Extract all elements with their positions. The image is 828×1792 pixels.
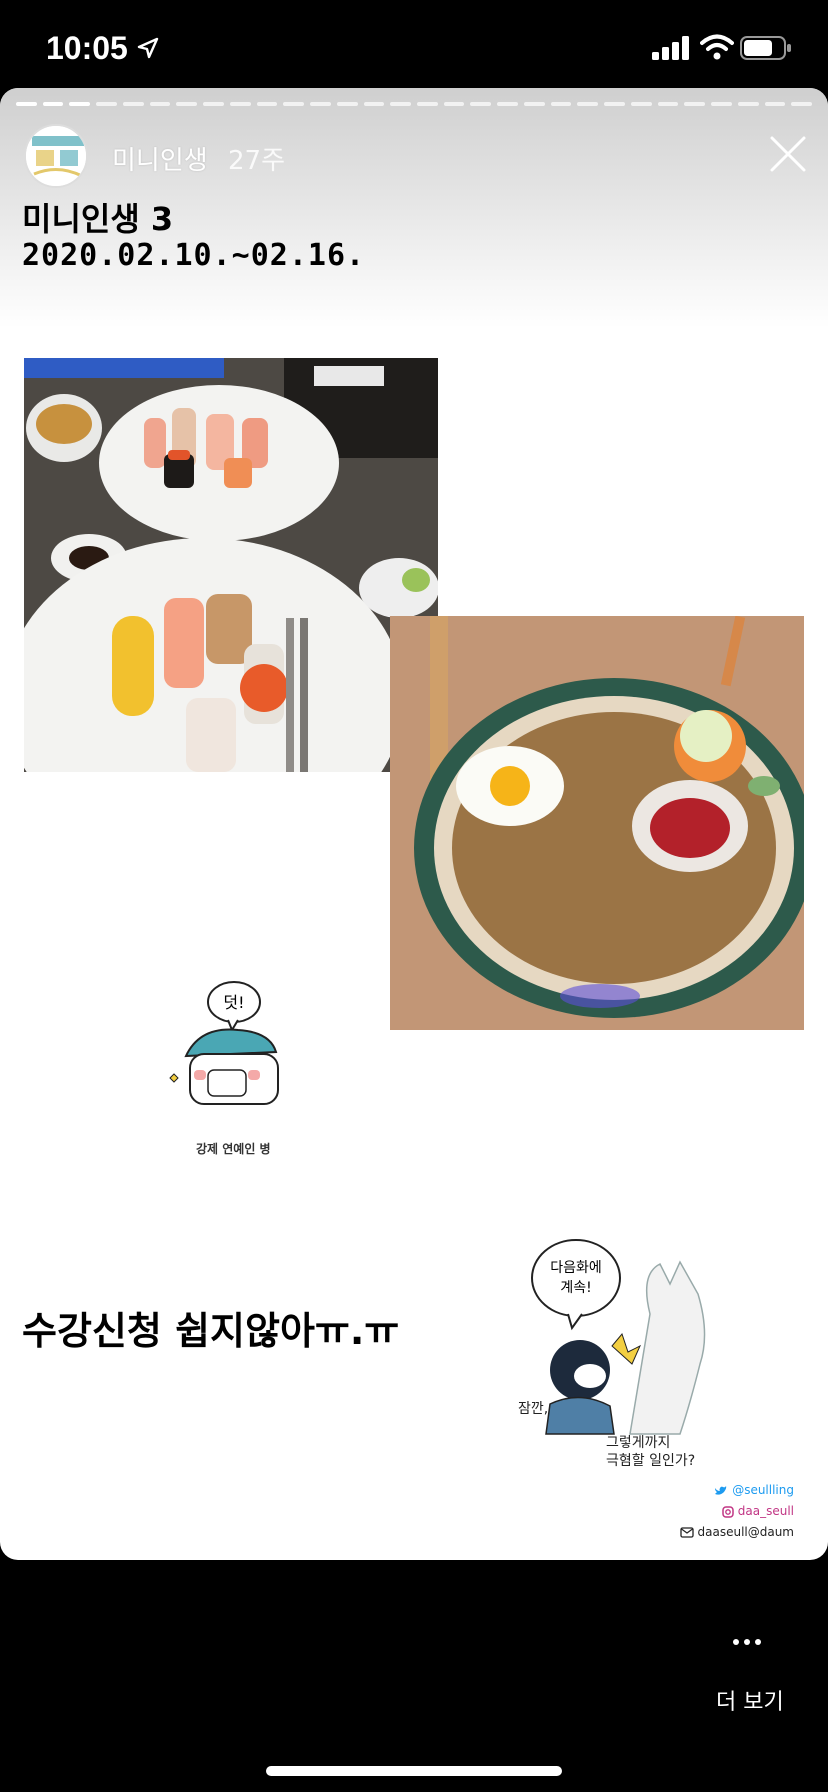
- progress-segment: [604, 102, 625, 106]
- email-address: daaseull@daum: [697, 1525, 795, 1539]
- more-options-icon[interactable]: [732, 1636, 762, 1648]
- mail-icon: [679, 1527, 694, 1538]
- close-icon[interactable]: [766, 132, 810, 176]
- progress-segment: [69, 102, 91, 106]
- progress-segment: [176, 102, 198, 106]
- cartoon-wait-text: 잠깐,: [518, 1401, 549, 1417]
- cartoon-bubble-line1: 다음화에: [550, 1260, 602, 1276]
- instagram-handle: daa_seull: [737, 1504, 794, 1518]
- progress-segment: [417, 102, 438, 106]
- battery-icon: [740, 36, 791, 60]
- story-date-range: 2020.02.10.~02.16.: [22, 238, 366, 273]
- story-caption: 수강신청 쉽지않아ㅠ.ㅠ: [22, 1309, 400, 1353]
- credit-email: daaseull@daum: [679, 1522, 795, 1543]
- progress-segment: [684, 102, 706, 106]
- progress-segment: [283, 102, 305, 106]
- progress-segment: [96, 102, 117, 106]
- story-progress-bar: [16, 102, 813, 108]
- next-episode-cartoon: 다음화에 계속!: [531, 1239, 706, 1435]
- progress-segment: [203, 102, 224, 106]
- progress-segment: [42, 102, 64, 106]
- progress-segment: [523, 102, 545, 106]
- progress-segment: [630, 102, 652, 106]
- progress-segment: [791, 102, 813, 106]
- progress-segment: [122, 102, 144, 106]
- status-time: 10:05: [46, 30, 128, 66]
- wifi-icon: [700, 34, 734, 60]
- progress-segment: [470, 102, 492, 106]
- progress-segment: [764, 102, 786, 106]
- cartoon-bubble-line2: 계속!: [560, 1280, 591, 1296]
- status-bar: 10:05: [0, 0, 828, 90]
- progress-segment: [737, 102, 759, 106]
- cartoon-line2: 극혐할 일인가?: [606, 1453, 696, 1469]
- twitter-handle: @seullling: [732, 1483, 794, 1497]
- profile-avatar[interactable]: [24, 124, 88, 188]
- progress-segment: [577, 102, 599, 106]
- progress-segment: [443, 102, 465, 106]
- sticker-caption: 강제 연예인 병: [196, 1142, 271, 1156]
- progress-segment: [390, 102, 412, 106]
- story-card[interactable]: 미니인생 27주 미니인생 3 2020.02.10.~02.16. 덧! 강제…: [0, 88, 828, 1560]
- sticker-bubble-text: 덧!: [223, 993, 244, 1012]
- helmet-character-sticker: 덧!: [169, 981, 279, 1105]
- progress-segment: [256, 102, 278, 106]
- progress-segment: [657, 102, 679, 106]
- instagram-icon: [722, 1505, 734, 1518]
- progress-segment: [310, 102, 331, 106]
- author-credits: @seullling daa_seull daaseull@daum: [679, 1480, 795, 1543]
- progress-segment: [149, 102, 171, 106]
- location-arrow-icon: [137, 37, 159, 59]
- story-title: 미니인생 3: [22, 200, 174, 238]
- post-age: 27주: [228, 146, 286, 176]
- progress-segment: [16, 102, 37, 106]
- cartoon-line1: 그렇게까지: [606, 1435, 671, 1451]
- progress-segment: [497, 102, 518, 106]
- sushi-photo: [24, 358, 438, 772]
- progress-segment: [550, 102, 572, 106]
- credit-twitter: @seullling: [680, 1480, 794, 1501]
- progress-segment: [229, 102, 251, 106]
- twitter-icon: [715, 1485, 727, 1495]
- cellular-signal-icon: [652, 36, 689, 60]
- home-indicator[interactable]: [266, 1766, 562, 1776]
- more-button[interactable]: 더 보기: [716, 1684, 784, 1716]
- progress-segment: [336, 102, 358, 106]
- account-name[interactable]: 미니인생: [112, 140, 208, 177]
- cartoon-caption: 그렇게까지 극혐할 일인가?: [606, 1434, 756, 1470]
- progress-segment: [711, 102, 732, 106]
- credit-instagram: daa_seull: [680, 1501, 794, 1522]
- fried-rice-photo: [390, 616, 804, 1030]
- progress-segment: [363, 102, 385, 106]
